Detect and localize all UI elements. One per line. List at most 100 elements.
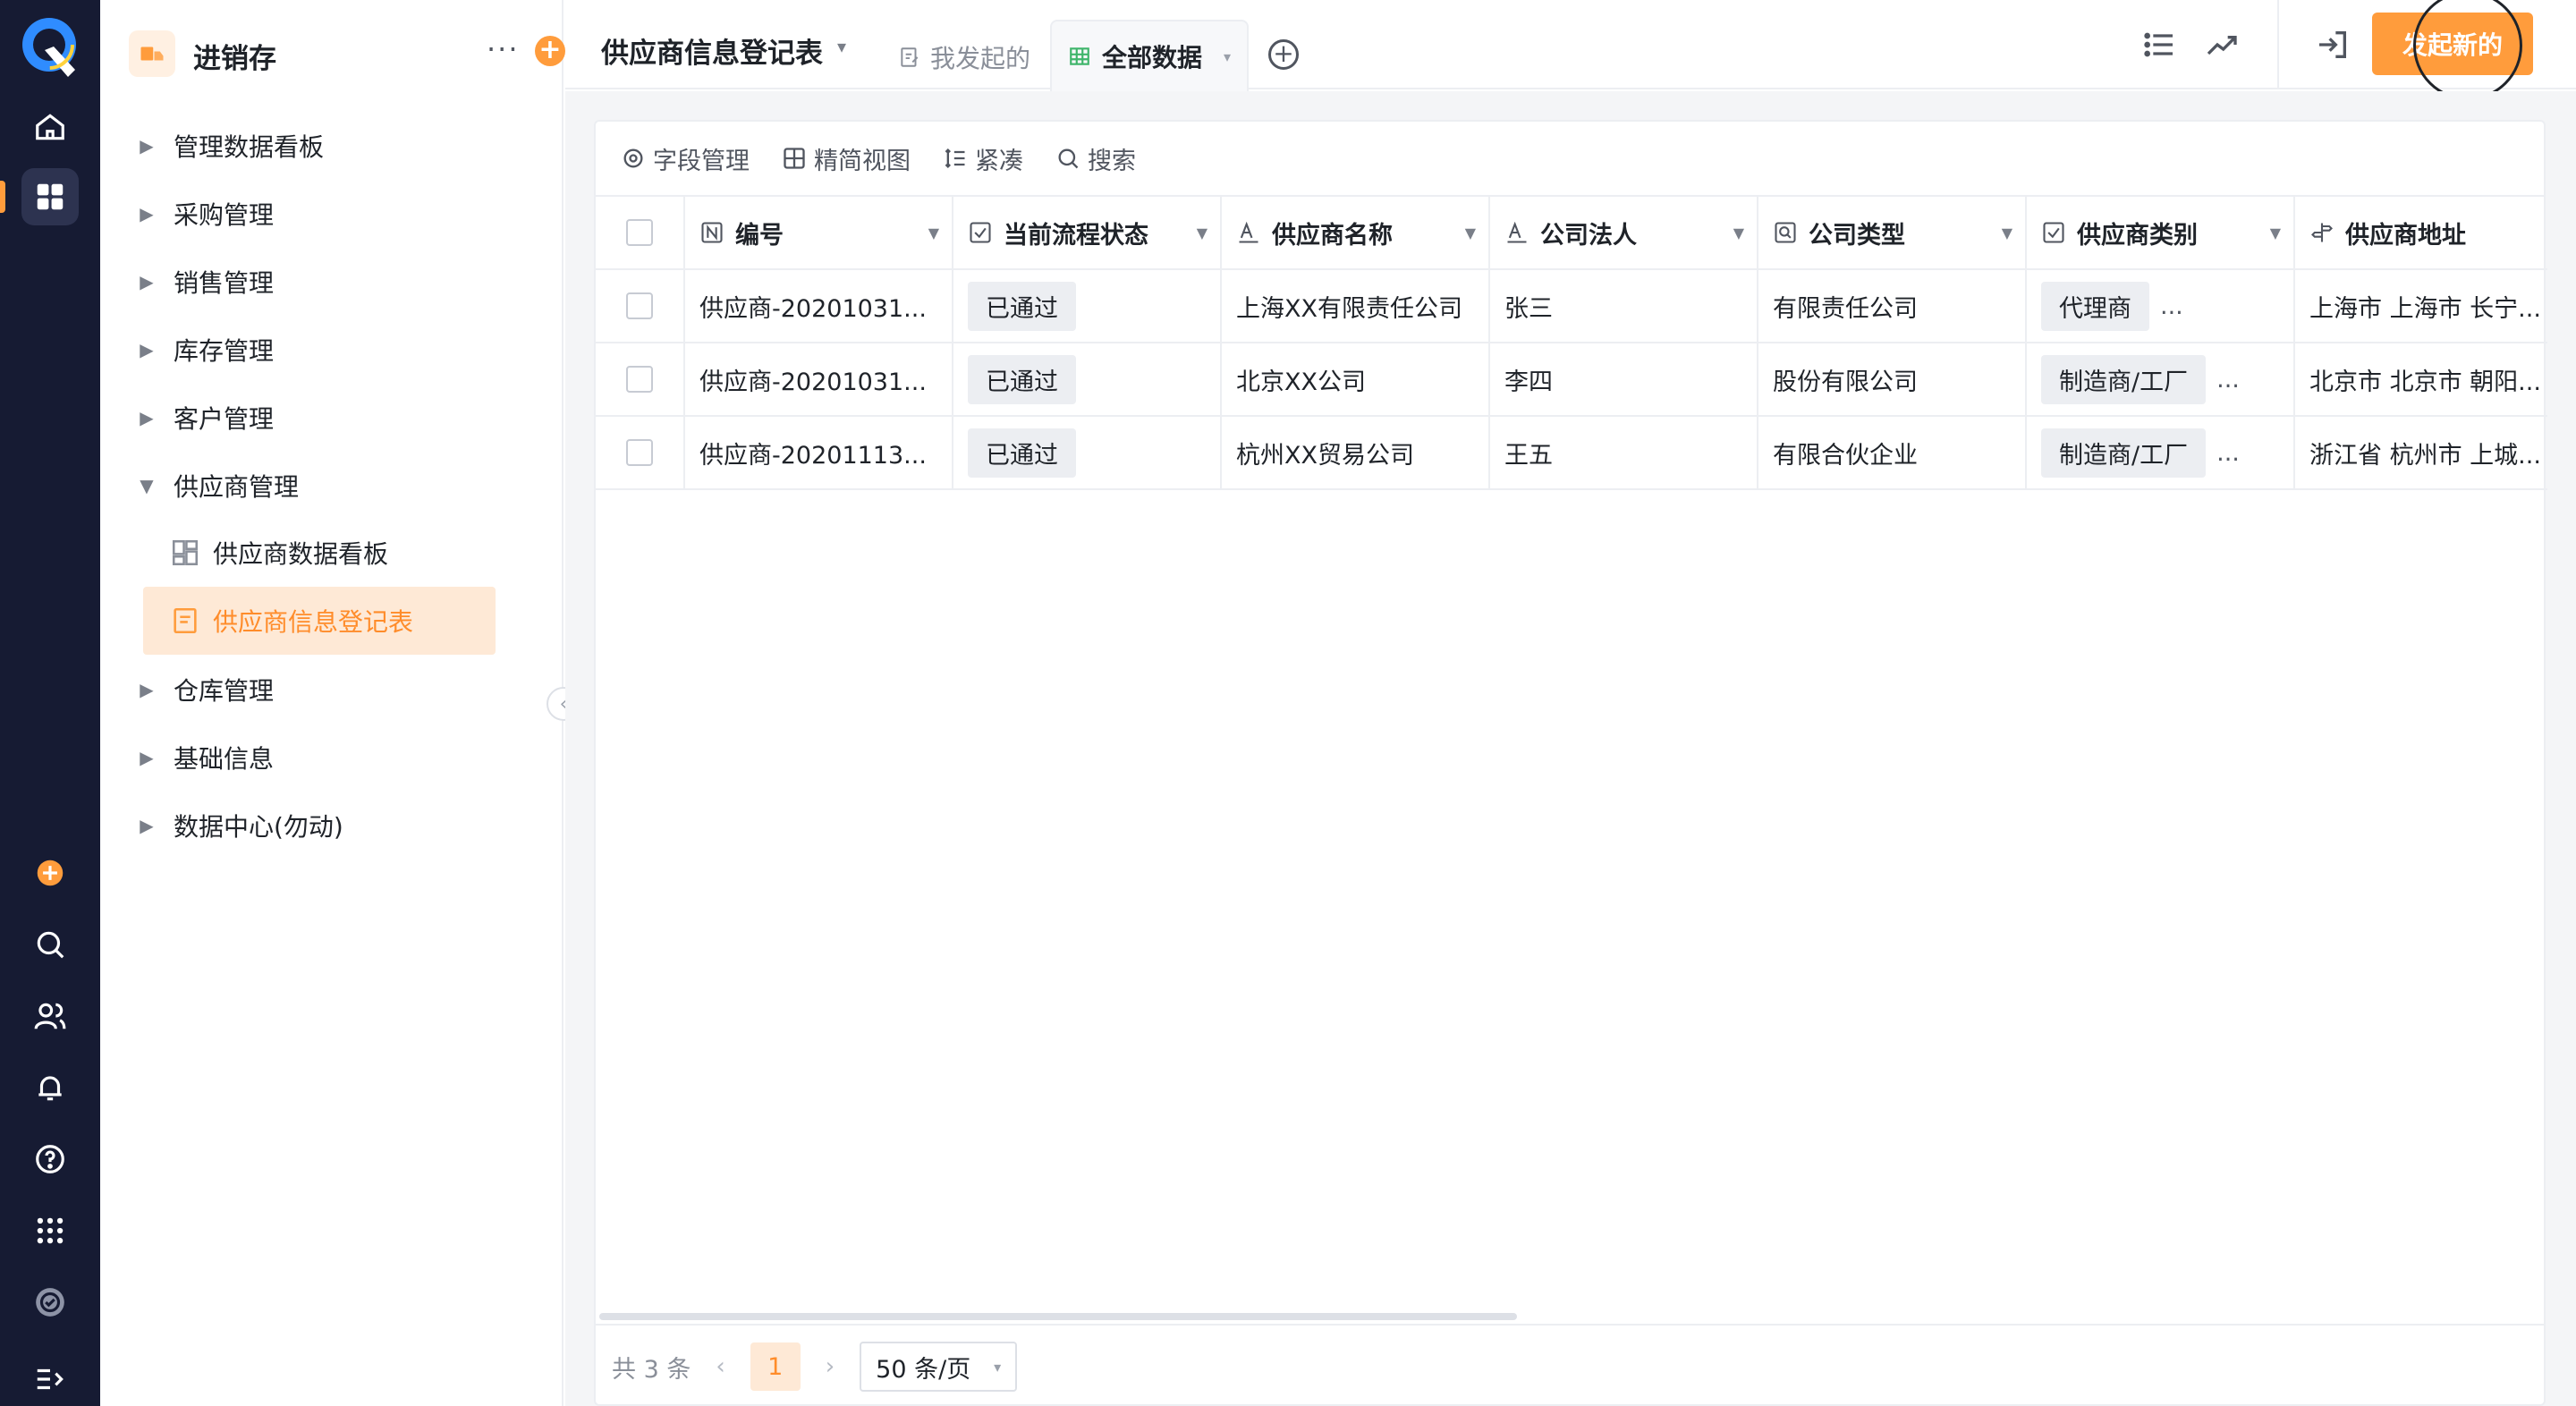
expand-menu-icon[interactable] (21, 1351, 79, 1406)
sidebar-item-label: 库存管理 (174, 336, 275, 366)
dashboard-icon (172, 539, 199, 566)
chevron-down-icon[interactable]: ▾ (837, 36, 846, 57)
sidebar-subitem-supplier-dashboard[interactable]: 供应商数据看板 (143, 519, 496, 587)
app-sidebar: 进销存 ··· + ▶ 管理数据看板 ▶ 采购管理 ▶ 销售管理 ▶ 库存管理 … (100, 0, 565, 1406)
column-header-status[interactable]: 当前流程状态 ▼ (953, 197, 1222, 268)
table-row[interactable]: 供应商-20201031... 已通过 上海XX有限责任公司 张三 有限责任公司… (596, 270, 2547, 343)
cell-legal[interactable]: 王五 (1490, 417, 1758, 488)
sidebar-item-sales[interactable]: ▶ 销售管理 (129, 250, 538, 313)
cell-status[interactable]: 已通过 (953, 343, 1222, 415)
table-row[interactable]: 供应商-20201113... 已通过 杭州XX贸易公司 王五 有限合伙企业 制… (596, 417, 2547, 490)
sidebar-item-customers[interactable]: ▶ 客户管理 (129, 386, 538, 449)
app-rail (0, 0, 100, 1406)
column-menu-icon[interactable]: ▼ (1733, 224, 1744, 241)
tab-all-data[interactable]: 全部数据 ▾ (1050, 20, 1249, 91)
cell-name[interactable]: 上海XX有限责任公司 (1222, 270, 1490, 342)
compact-view-button[interactable]: 精简视图 (782, 141, 911, 176)
column-header-address[interactable]: 供应商地址 (2295, 197, 2547, 268)
table-search-button[interactable]: 搜索 (1055, 141, 1136, 176)
page-title[interactable]: 供应商信息登记表 (601, 30, 823, 71)
trend-chart-icon[interactable] (2204, 27, 2240, 63)
tab-label: 全部数据 (1102, 43, 1203, 72)
caret-right-icon: ▶ (140, 135, 154, 157)
cell-address[interactable]: 浙江省 杭州市 上城... (2295, 417, 2547, 488)
page-number-current[interactable]: 1 (750, 1342, 801, 1391)
app-launcher-icon[interactable] (21, 1202, 79, 1259)
column-menu-icon[interactable]: ▼ (2270, 224, 2281, 241)
form-icon (174, 607, 197, 634)
app-more-button[interactable]: ··· (487, 32, 520, 66)
cell-name[interactable]: 杭州XX贸易公司 (1222, 417, 1490, 488)
chevron-down-icon[interactable]: ▾ (1224, 48, 1231, 65)
home-icon[interactable] (21, 98, 79, 156)
cell-id[interactable]: 供应商-20201031... (685, 343, 953, 415)
tab-my-submissions[interactable]: 我发起的 (898, 39, 1030, 75)
row-checkbox[interactable] (626, 292, 653, 319)
cell-legal[interactable]: 李四 (1490, 343, 1758, 415)
cell-type[interactable]: 股份有限公司 (1758, 343, 2027, 415)
add-circle-icon[interactable] (21, 844, 79, 902)
cell-type[interactable]: 有限合伙企业 (1758, 417, 2027, 488)
column-header-name[interactable]: 供应商名称 ▼ (1222, 197, 1490, 268)
sidebar-item-label: 供应商信息登记表 (213, 607, 414, 637)
apps-grid-icon[interactable] (21, 168, 79, 225)
search-icon[interactable] (21, 916, 79, 973)
sidebar-item-basic-info[interactable]: ▶ 基础信息 (129, 726, 538, 789)
column-menu-icon[interactable]: ▼ (928, 224, 939, 241)
cell-address[interactable]: 上海市 上海市 长宁... (2295, 270, 2547, 342)
cell-category[interactable]: 制造商/工厂... (2027, 417, 2295, 488)
column-header-id[interactable]: 编号 ▼ (685, 197, 953, 268)
help-icon[interactable] (21, 1131, 79, 1188)
page-size-select[interactable]: 50 条/页 ▾ (860, 1342, 1018, 1392)
category-tag: 制造商/工厂 (2041, 354, 2207, 404)
user-avatar-icon[interactable] (21, 1274, 79, 1331)
more-tags: ... (2216, 438, 2240, 467)
import-icon[interactable] (2315, 27, 2351, 63)
table-toolbar: 字段管理 精简视图 紧凑 搜索 (596, 122, 2544, 197)
select-all-cell (596, 197, 685, 268)
tool-label: 搜索 (1088, 147, 1136, 175)
cell-status[interactable]: 已通过 (953, 417, 1222, 488)
bell-icon[interactable] (21, 1059, 79, 1116)
cell-address[interactable]: 北京市 北京市 朝阳... (2295, 343, 2547, 415)
app-add-button[interactable]: + (535, 36, 565, 66)
column-menu-icon[interactable]: ▼ (1465, 224, 1476, 241)
contacts-icon[interactable] (21, 987, 79, 1045)
row-checkbox[interactable] (626, 439, 653, 466)
sidebar-item-suppliers[interactable]: ▼ 供应商管理 (129, 454, 538, 517)
column-header-category[interactable]: 供应商类别 ▼ (2027, 197, 2295, 268)
sidebar-subitem-supplier-register[interactable]: 供应商信息登记表 (143, 587, 496, 655)
create-new-button[interactable]: 发起新的 (2372, 13, 2533, 75)
select-all-checkbox[interactable] (626, 219, 653, 246)
list-view-icon[interactable] (2141, 27, 2177, 63)
column-menu-icon[interactable]: ▼ (1197, 224, 1208, 241)
cell-category[interactable]: 代理商... (2027, 270, 2295, 342)
sidebar-item-dashboard[interactable]: ▶ 管理数据看板 (129, 114, 538, 177)
column-header-legal[interactable]: 公司法人 ▼ (1490, 197, 1758, 268)
cell-category[interactable]: 制造商/工厂... (2027, 343, 2295, 415)
status-badge: 已通过 (968, 428, 1076, 478)
cell-name[interactable]: 北京XX公司 (1222, 343, 1490, 415)
column-header-type[interactable]: 公司类型 ▼ (1758, 197, 2027, 268)
sidebar-item-data-center[interactable]: ▶ 数据中心(勿动) (129, 794, 538, 857)
next-page-icon[interactable]: › (826, 1353, 835, 1380)
cell-legal[interactable]: 张三 (1490, 270, 1758, 342)
sidebar-item-purchase[interactable]: ▶ 采购管理 (129, 182, 538, 245)
prev-page-icon[interactable]: ‹ (716, 1353, 724, 1380)
sidebar-item-warehouse[interactable]: ▶ 仓库管理 (129, 658, 538, 721)
cell-type[interactable]: 有限责任公司 (1758, 270, 2027, 342)
cell-id[interactable]: 供应商-20201031... (685, 270, 953, 342)
row-density-button[interactable]: 紧凑 (943, 141, 1023, 176)
horizontal-scrollbar[interactable] (599, 1313, 1517, 1320)
add-view-button[interactable]: + (1268, 39, 1299, 70)
field-manage-button[interactable]: 字段管理 (621, 141, 750, 176)
row-select-cell (596, 417, 685, 488)
checkbox-field-icon (2043, 222, 2064, 243)
table-row[interactable]: 供应商-20201031... 已通过 北京XX公司 李四 股份有限公司 制造商… (596, 343, 2547, 417)
row-checkbox[interactable] (626, 366, 653, 393)
column-menu-icon[interactable]: ▼ (2002, 224, 2012, 241)
sidebar-item-inventory[interactable]: ▶ 库存管理 (129, 318, 538, 381)
cell-id[interactable]: 供应商-20201113... (685, 417, 953, 488)
brand-logo-icon[interactable] (18, 14, 80, 82)
cell-status[interactable]: 已通过 (953, 270, 1222, 342)
